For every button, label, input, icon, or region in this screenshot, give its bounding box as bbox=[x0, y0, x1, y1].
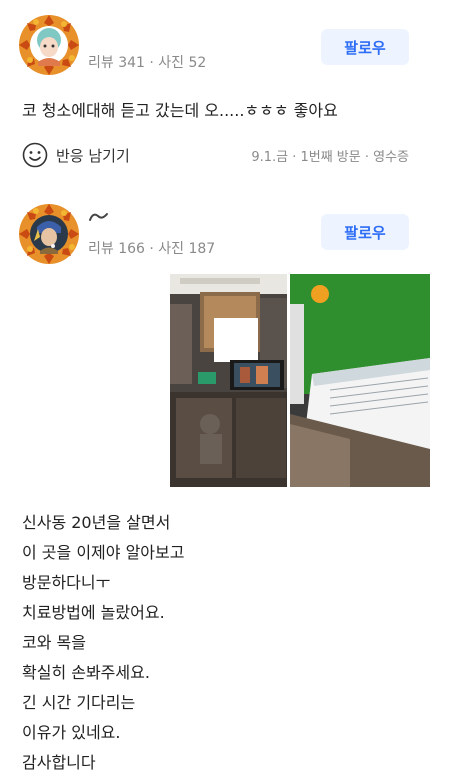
review-meta: 리뷰 341 · 사진 52 bbox=[88, 55, 207, 71]
review-text-line: 감사합니다 bbox=[22, 753, 96, 772]
review-meta: 리뷰 166 · 사진 187 bbox=[88, 241, 216, 257]
visit-info: 9.1.금 · 1번째 방문 · 영수증 bbox=[251, 150, 409, 165]
review-text-line: 긴 시간 기다리는 bbox=[22, 693, 136, 712]
review-text-line: 치료방법에 놀랐어요. bbox=[22, 603, 165, 622]
review-text-line: 코와 목을 bbox=[22, 633, 86, 652]
follow-button[interactable]: 팔로우 bbox=[321, 29, 409, 65]
reaction-label: 반응 남기기 bbox=[56, 146, 130, 165]
smile-icon bbox=[22, 142, 48, 168]
review-card-2: 리뷰 166 · 사진 187 팔로우 신사동 20년을 살면서 이 곳을 이제… bbox=[0, 190, 455, 777]
reaction-button[interactable]: 반응 남기기 bbox=[22, 142, 130, 168]
user-avatar[interactable] bbox=[18, 203, 80, 265]
review-photos bbox=[170, 274, 430, 487]
review-text: 코 청소에대해 듣고 갔는데 오.....ㅎㅎㅎ 좋아요 bbox=[22, 101, 338, 120]
review-text-line: 이 곳을 이제야 알아보고 bbox=[22, 543, 185, 562]
review-text-line: 방문하다니ㅜ bbox=[22, 573, 111, 592]
review-photo[interactable] bbox=[290, 274, 430, 487]
review-card-1: 리뷰 341 · 사진 52 팔로우 코 청소에대해 듣고 갔는데 오.....… bbox=[0, 0, 455, 190]
review-text-line: 신사동 20년을 살면서 bbox=[22, 513, 171, 532]
review-text-line: 이유가 있네요. bbox=[22, 723, 121, 742]
review-photo[interactable] bbox=[170, 274, 287, 487]
follow-button[interactable]: 팔로우 bbox=[321, 214, 409, 250]
user-avatar[interactable] bbox=[18, 14, 80, 76]
review-text-line: 확실히 손봐주세요. bbox=[22, 663, 150, 682]
review-text: 신사동 20년을 살면서 이 곳을 이제야 알아보고 방문하다니ㅜ 치료방법에 … bbox=[22, 508, 184, 778]
redacted-nickname bbox=[89, 213, 108, 221]
